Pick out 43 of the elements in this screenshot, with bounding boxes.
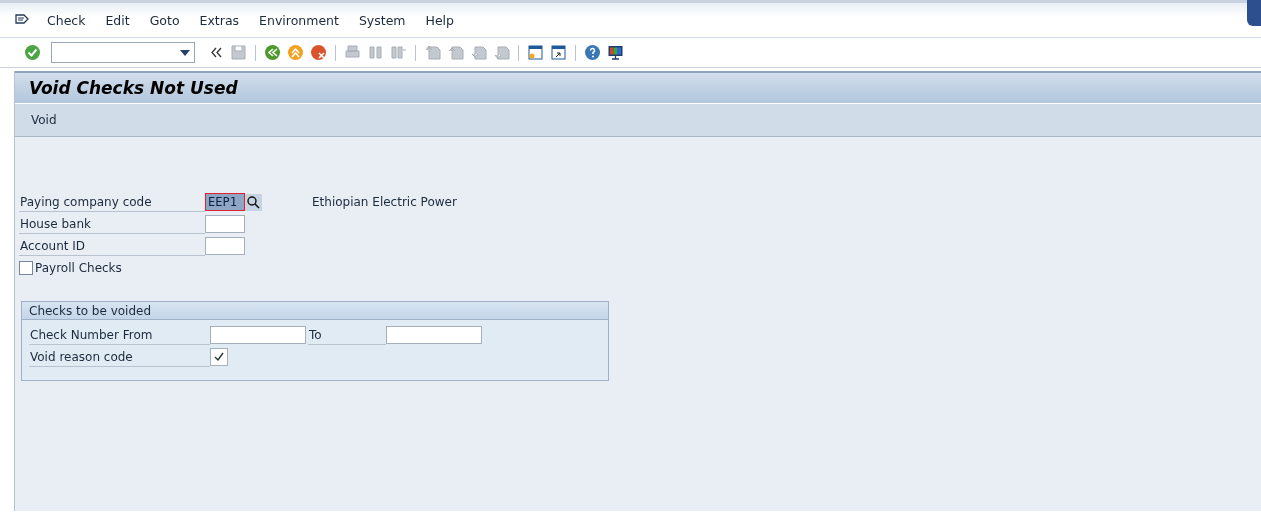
input-field[interactable] (205, 237, 245, 255)
input-field[interactable] (386, 326, 482, 344)
group-title: Checks to be voided (22, 302, 608, 320)
monitor-icon[interactable] (607, 44, 624, 61)
print-icon[interactable] (344, 44, 361, 61)
last-page-icon[interactable] (493, 44, 510, 61)
window-corner (1247, 0, 1261, 26)
field-label: Account ID (19, 236, 205, 256)
menu-item[interactable]: Extras (189, 12, 250, 28)
menu-item[interactable]: Goto (139, 12, 190, 28)
help-icon[interactable] (584, 44, 601, 61)
input-field[interactable] (210, 326, 306, 344)
previous-page-icon[interactable] (447, 44, 464, 61)
new-window-icon[interactable] (527, 44, 544, 61)
company-name: Ethiopian Electric Power (312, 195, 457, 209)
next-page-icon[interactable] (470, 44, 487, 61)
shortcut-icon[interactable] (550, 44, 567, 61)
menu-item[interactable]: Environment (249, 12, 349, 28)
field-label: Check Number From (29, 325, 210, 345)
exit-icon[interactable] (287, 44, 304, 61)
menu-item[interactable]: Check (37, 12, 96, 28)
cancel-icon[interactable] (310, 44, 327, 61)
screen-title: Void Checks Not Used (15, 71, 1261, 103)
menu-item[interactable]: System (348, 12, 416, 28)
input-field[interactable] (205, 215, 245, 233)
menu-item[interactable]: Help (415, 12, 465, 28)
void-button[interactable]: Void (31, 113, 57, 127)
checkbox[interactable] (210, 348, 228, 366)
command-field[interactable] (51, 42, 195, 63)
search-icon[interactable] (245, 193, 262, 211)
first-page-icon[interactable] (424, 44, 441, 61)
checkmark-icon (214, 352, 224, 362)
dropdown-caret-icon[interactable] (180, 49, 190, 56)
enter-icon[interactable] (24, 44, 41, 61)
input-field[interactable]: EEP1 (205, 193, 245, 211)
field-label: Paying company code (19, 192, 205, 212)
field-label: Void reason code (29, 347, 210, 367)
save-icon[interactable] (230, 44, 247, 61)
checkbox[interactable] (19, 261, 33, 275)
back-icon[interactable] (264, 44, 281, 61)
field-label: House bank (19, 214, 205, 234)
checkbox-label: Payroll Checks (35, 261, 122, 275)
menu-item[interactable]: Edit (95, 12, 140, 28)
